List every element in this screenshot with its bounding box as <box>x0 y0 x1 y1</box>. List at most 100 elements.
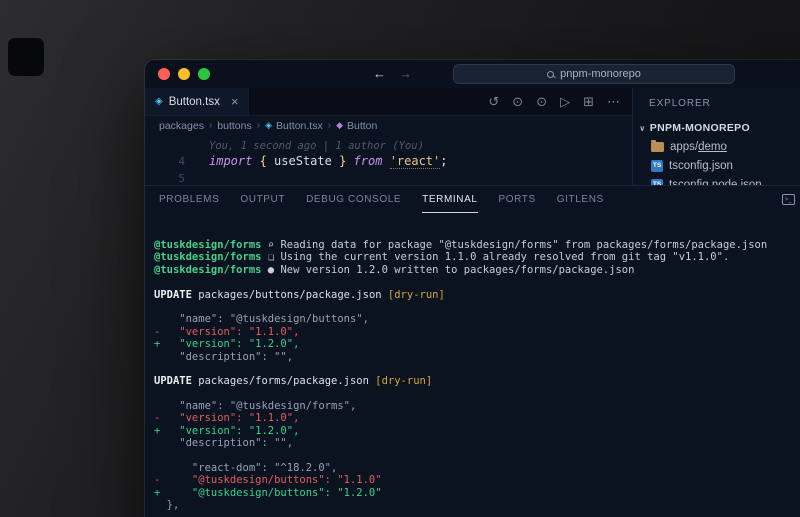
code-token: from <box>354 154 383 168</box>
breadcrumb-item[interactable]: buttons <box>217 120 251 132</box>
history-forward-icon[interactable]: → <box>399 66 412 82</box>
typescript-file-icon: TS <box>651 160 663 172</box>
explorer-item[interactable]: TStsconfig.node.json <box>633 175 800 185</box>
terminal-line: @tuskdesign/forms ● New version 1.2.0 wr… <box>154 264 800 276</box>
code-token: { <box>260 154 267 168</box>
terminal-line <box>154 363 800 375</box>
terminal-line: + "@tuskdesign/buttons": "1.2.0" <box>154 487 800 499</box>
breadcrumb-label: buttons <box>217 120 251 132</box>
breadcrumb-separator: › <box>257 120 260 131</box>
terminal-line: + "version": "1.2.0", <box>154 338 800 350</box>
timeline-history-icon[interactable]: ↺ <box>488 94 499 110</box>
code-token: 'react' <box>390 154 441 169</box>
terminal-line: - "version": "1.1.0", <box>154 326 800 338</box>
terminal-line: "description": "", <box>154 437 800 449</box>
terminal-line: UPDATE packages/buttons/package.json [dr… <box>154 289 800 301</box>
explorer-section-pnpm-monorepo[interactable]: ∨ PNPM-MONOREPO <box>633 119 800 137</box>
code-line-text: import { useState } from 'react'; <box>209 154 448 168</box>
panel-tab-output[interactable]: OUTPUT <box>240 186 285 213</box>
explorer-sidebar: EXPLORER ∨ PNPM-MONOREPO apps/demoTStsco… <box>632 88 800 185</box>
code-token <box>346 154 353 168</box>
git-blame-row: You, 1 second ago | 1 author (You) <box>145 138 632 153</box>
minimize-window-button[interactable] <box>178 68 190 80</box>
explorer-item[interactable]: TS tsconfig.json <box>633 156 800 175</box>
breadcrumb: packages › buttons › ◈ Button.tsx › ◆Button <box>145 116 632 135</box>
code-line: 4import { useState } from 'react'; <box>145 153 632 170</box>
explorer-tree: apps/demo TS tsconfig.json TStsconfig.node.… <box>633 137 800 185</box>
breadcrumb-label: Button.tsx <box>276 120 323 132</box>
terminal-line <box>154 276 800 288</box>
editor-actions: ↺ ⊙ ⊙ ▷ ⊞ ⋯ <box>488 88 632 115</box>
terminal-output[interactable]: @tuskdesign/forms ⌕ Reading data for pac… <box>145 213 800 517</box>
breadcrumb-item[interactable]: ◈ Button.tsx <box>265 120 323 132</box>
terminal-line: "name": "@tuskdesign/buttons", <box>154 313 800 325</box>
window-controls <box>158 68 210 80</box>
workbench-upper: ◈ Button.tsx × ↺ ⊙ ⊙ ▷ ⊞ ⋯ packages › buttons › ◈… <box>145 88 800 185</box>
panel-actions: >_ zsh + <box>782 186 800 213</box>
folder-icon <box>651 142 664 152</box>
terminal-line: + "version": "1.2.0", <box>154 425 800 437</box>
code-editor[interactable]: You, 1 second ago | 1 author (You) 4impo… <box>145 135 632 185</box>
close-tab-icon[interactable]: × <box>231 94 239 109</box>
panel-tab-gitlens[interactable]: GITLENS <box>557 186 604 213</box>
code-token <box>252 154 259 168</box>
more-actions-icon[interactable]: ⋯ <box>607 94 620 110</box>
react-file-icon: ◈ <box>155 96 163 107</box>
close-window-button[interactable] <box>158 68 170 80</box>
bottom-panel: PROBLEMS OUTPUT DEBUG CONSOLE TERMINAL PORTS… <box>145 185 800 517</box>
terminal-line <box>154 388 800 400</box>
breadcrumb-item[interactable]: ◆Button <box>336 120 377 132</box>
command-center-search[interactable]: pnpm-monorepo <box>453 64 735 84</box>
terminal-line <box>154 450 800 462</box>
terminal-line: }, <box>154 499 800 511</box>
explorer-item-label: tsconfig.json <box>669 160 733 172</box>
terminal-line: @tuskdesign/forms ⌕ Reading data for pac… <box>154 239 800 251</box>
terminal-shell-selector[interactable]: >_ zsh <box>782 194 800 206</box>
terminal-icon: >_ <box>782 194 795 205</box>
tab-label: Button.tsx <box>169 96 220 108</box>
terminal-line <box>154 301 800 313</box>
zoom-window-button[interactable] <box>198 68 210 80</box>
breadcrumb-separator: › <box>328 120 331 131</box>
vscode-window: ← → pnpm-monorepo ◈ Button.tsx × ↺ ⊙ ⊙ ▷ ⊞ ⋯ … <box>145 60 800 517</box>
tab-button-tsx[interactable]: ◈ Button.tsx × <box>145 88 249 115</box>
editor-group: ◈ Button.tsx × ↺ ⊙ ⊙ ▷ ⊞ ⋯ packages › buttons › ◈… <box>145 88 632 185</box>
panel-tabs: PROBLEMS OUTPUT DEBUG CONSOLE TERMINAL PORTS… <box>159 186 625 213</box>
react-file-icon: ◈ <box>265 120 272 131</box>
terminal-line: UPDATE packages/forms/package.json [dry-… <box>154 375 800 387</box>
panel-tab-problems[interactable]: PROBLEMS <box>159 186 219 213</box>
code-line-partial: 5 <box>145 170 632 185</box>
code-token: ; <box>440 154 447 168</box>
terminal-line: - "version": "1.1.0", <box>154 412 800 424</box>
breadcrumb-item[interactable]: packages <box>159 120 204 132</box>
git-blame-annotation: You, 1 second ago | 1 author (You) <box>209 140 424 152</box>
search-label: pnpm-monorepo <box>560 68 641 80</box>
terminal-line: "name": "@tuskdesign/forms", <box>154 400 800 412</box>
next-change-icon[interactable]: ⊙ <box>536 94 547 110</box>
split-editor-icon[interactable]: ⊞ <box>583 94 594 110</box>
explorer-item[interactable]: apps/demo <box>633 137 800 156</box>
previous-change-icon[interactable]: ⊙ <box>512 94 523 110</box>
terminal-line: @tuskdesign/forms ❏ Using the current ve… <box>154 251 800 263</box>
terminal-line: "react-dom": "^18.2.0", <box>154 462 800 474</box>
code-token <box>382 154 389 168</box>
search-icon <box>547 71 554 78</box>
code-token: import <box>209 154 252 168</box>
tab-bar: ◈ Button.tsx × ↺ ⊙ ⊙ ▷ ⊞ ⋯ <box>145 88 632 116</box>
breadcrumb-label: Button <box>347 120 377 132</box>
panel-tab-debug-console[interactable]: DEBUG CONSOLE <box>306 186 401 213</box>
explorer-section-label: PNPM-MONOREPO <box>650 122 750 134</box>
panel-tab-ports[interactable]: PORTS <box>499 186 536 213</box>
terminal-line: "description": "", <box>154 351 800 363</box>
chevron-down-icon: ∨ <box>639 124 646 133</box>
titlebar: ← → pnpm-monorepo <box>145 60 800 88</box>
panel-tab-bar: PROBLEMS OUTPUT DEBUG CONSOLE TERMINAL PORTS… <box>145 186 800 213</box>
run-file-icon[interactable]: ▷ <box>560 94 570 110</box>
code-token: useState <box>267 154 339 168</box>
background-shape <box>8 38 44 76</box>
panel-tab-terminal[interactable]: TERMINAL <box>422 186 477 213</box>
breadcrumb-label: packages <box>159 120 204 132</box>
breadcrumb-separator: › <box>209 120 212 131</box>
explorer-item-label: apps/demo <box>670 141 727 153</box>
history-back-icon[interactable]: ← <box>373 66 386 82</box>
